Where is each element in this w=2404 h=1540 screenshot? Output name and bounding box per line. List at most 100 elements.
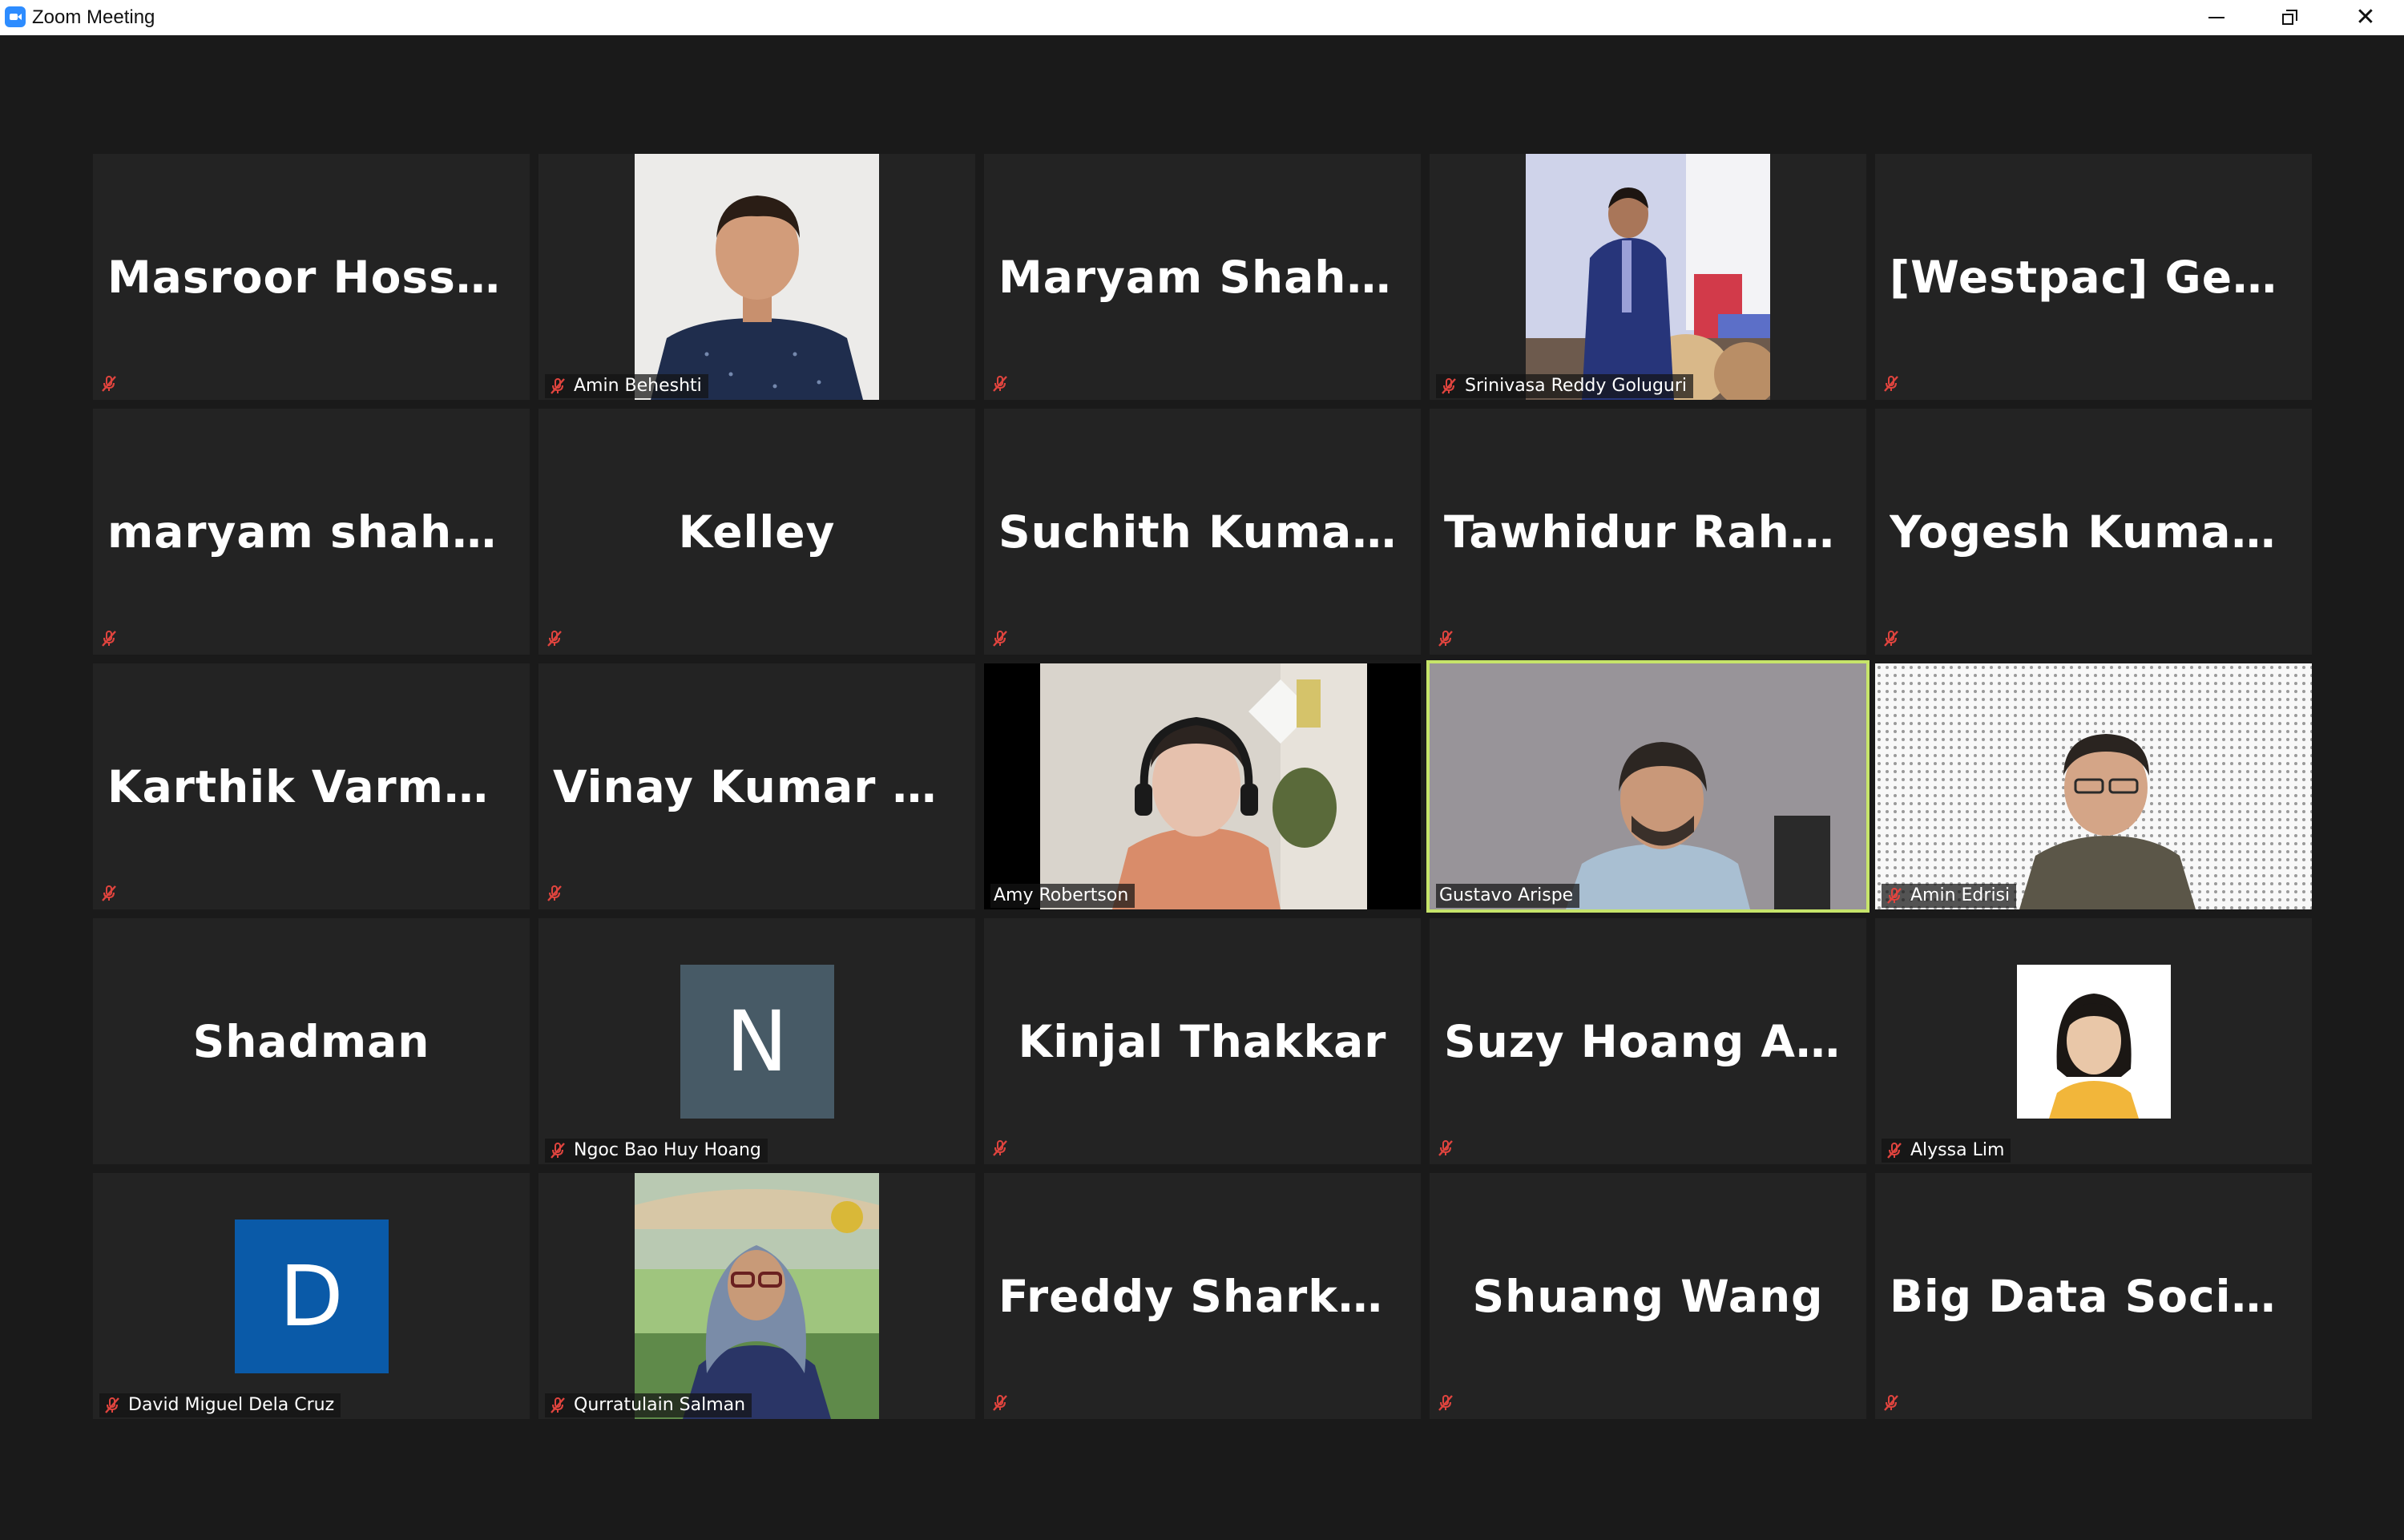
participant-tile[interactable]: Shuang Wang [1430,1173,1866,1419]
muted-mic-icon [1439,377,1458,396]
participant-tile[interactable]: Amin Beheshti [538,154,975,400]
participant-video [635,1173,879,1419]
participant-tile[interactable]: Amin Edrisi [1875,663,2312,909]
window-title: Zoom Meeting [32,6,155,28]
minimize-icon [2208,17,2225,18]
muted-mic-icon [545,629,564,648]
muted-mic-icon [1882,629,1901,648]
participant-tile[interactable]: Karthik Varma K... [93,663,530,909]
muted-mic-icon [1436,1393,1455,1413]
close-icon: ✕ [2355,3,2376,31]
restore-button[interactable] [2253,0,2327,35]
participant-tile-active-speaker[interactable]: Gustavo Arispe [1426,660,1870,913]
participant-name-display: Yogesh Kumar P A [1890,506,2297,558]
participant-name-label: Amin Edrisi [1882,884,2017,908]
participant-tile[interactable]: Freddy Sharkawy [984,1173,1421,1419]
muted-mic-icon [1882,1393,1906,1417]
participant-tile[interactable]: Big Data Society [1875,1173,2312,1419]
participant-name-label: Srinivasa Reddy Goluguri [1436,374,1694,398]
muted-mic-icon [103,1396,122,1415]
muted-mic-icon [99,629,123,653]
participant-video [1875,663,2312,909]
muted-mic-icon [990,629,1014,653]
window-titlebar: Zoom Meeting ✕ [0,0,2404,35]
minimize-button[interactable] [2180,0,2253,35]
participant-name-display: Kinjal Thakkar [1018,1015,1387,1067]
participant-name-display: Maryam Shahpa... [998,251,1406,303]
participant-name-label: David Miguel Dela Cruz [99,1393,341,1417]
muted-mic-icon [99,884,123,908]
participant-name-display: Suchith Kumar S... [998,506,1406,558]
muted-mic-icon [990,629,1010,648]
participant-name-label: Qurratulain Salman [545,1393,752,1417]
muted-mic-icon [990,1393,1010,1413]
participant-tile[interactable]: Qurratulain Salman [538,1173,975,1419]
participant-tile[interactable]: Kinjal Thakkar [984,918,1421,1164]
participant-name-display: Masroor Hossain [107,251,515,303]
muted-mic-icon [99,374,119,393]
muted-mic-icon [1436,629,1460,653]
muted-mic-icon [1436,1393,1460,1417]
avatar [2016,965,2171,1119]
muted-mic-icon [990,1139,1010,1158]
participant-name-display: Freddy Sharkawy [998,1270,1406,1322]
participant-name-display: [Westpac] Gethr... [1890,251,2297,303]
muted-mic-icon [990,1393,1014,1417]
participant-name-label: Alyssa Lim [1882,1139,2011,1163]
muted-mic-icon [990,1139,1014,1163]
participant-video [635,154,879,400]
restore-icon [2282,10,2298,26]
participant-video [1430,663,1866,909]
participant-video [1526,154,1778,400]
participant-name-display: Kelley [678,506,836,558]
participant-tile[interactable]: D David Miguel Dela Cruz [93,1173,530,1419]
participant-name-label: Amin Beheshti [545,374,708,398]
participant-name-display: maryam shahpa... [107,506,515,558]
participant-video [1040,663,1367,909]
participant-tile[interactable]: Tawhidur Rahma... [1430,409,1866,655]
participant-tile[interactable]: maryam shahpa... [93,409,530,655]
participant-tile[interactable]: Suchith Kumar S... [984,409,1421,655]
participant-tile[interactable]: Amy Robertson [984,663,1421,909]
muted-mic-icon [1885,1141,1904,1160]
participant-name-display: Shuang Wang [1472,1270,1824,1322]
muted-mic-icon [99,374,123,398]
muted-mic-icon [1436,1139,1460,1163]
muted-mic-icon [1885,886,1904,905]
participant-name-display: Vinay Kumar Re... [553,760,961,812]
participant-tile[interactable]: Vinay Kumar Re... [538,663,975,909]
muted-mic-icon [990,374,1010,393]
muted-mic-icon [1882,374,1906,398]
muted-mic-icon [99,884,119,903]
avatar: D [234,1220,389,1373]
close-button[interactable]: ✕ [2329,0,2402,35]
muted-mic-icon [548,377,567,396]
zoom-app-icon [5,6,26,27]
participant-tile[interactable]: Yogesh Kumar P A [1875,409,2312,655]
participant-tile[interactable]: Shadman [93,918,530,1164]
muted-mic-icon [545,884,564,903]
participant-name-display: Karthik Varma K... [107,760,515,812]
participant-name-label: Gustavo Arispe [1436,884,1580,908]
avatar: N [680,965,834,1119]
participant-tile[interactable]: N Ngoc Bao Huy Hoang [538,918,975,1164]
participant-tile[interactable]: Masroor Hossain [93,154,530,400]
participant-tile[interactable]: Kelley [538,409,975,655]
muted-mic-icon [1436,1139,1455,1158]
muted-mic-icon [1882,629,1906,653]
muted-mic-icon [548,1396,567,1415]
participant-tile[interactable]: Suzy Hoang Anh... [1430,918,1866,1164]
participant-name-display: Big Data Society [1890,1270,2297,1322]
muted-mic-icon [1436,629,1455,648]
participant-tile[interactable]: [Westpac] Gethr... [1875,154,2312,400]
muted-mic-icon [1882,374,1901,393]
participant-tile[interactable]: Alyssa Lim [1875,918,2312,1164]
participant-tile[interactable]: Maryam Shahpa... [984,154,1421,400]
muted-mic-icon [990,374,1014,398]
participant-name-label: Amy Robertson [990,884,1135,908]
muted-mic-icon [548,1141,567,1160]
participant-name-display: Shadman [192,1015,430,1067]
muted-mic-icon [545,884,569,908]
muted-mic-icon [1882,1393,1901,1413]
participant-tile[interactable]: Srinivasa Reddy Goluguri [1430,154,1866,400]
